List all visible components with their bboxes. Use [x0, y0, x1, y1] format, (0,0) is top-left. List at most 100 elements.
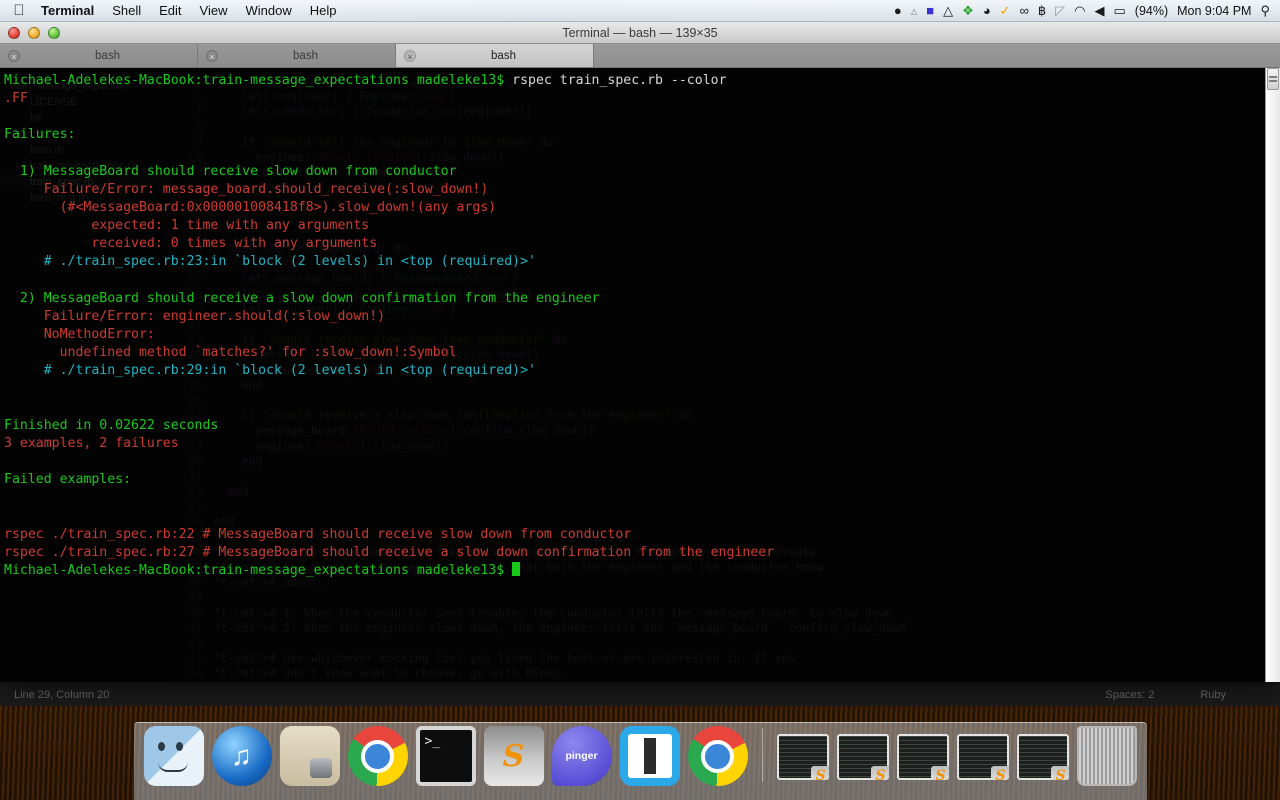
battery-icon[interactable]: ▭ — [1113, 4, 1125, 17]
dock-icon-minimized-sublime-window-3[interactable] — [896, 734, 949, 780]
chain-link-icon[interactable]: ∞ — [1020, 4, 1029, 17]
spotlight-search-icon[interactable]: ⚲ — [1260, 4, 1270, 17]
terminal-text: rspec ./train_spec.rb:27 # MessageBoard … — [4, 544, 775, 560]
terminal-line: expected: 1 time with any arguments — [4, 217, 1265, 235]
terminal-line: .FF — [4, 90, 1265, 108]
volume-icon[interactable]: ◀ — [1094, 4, 1104, 17]
menu-item-edit[interactable]: Edit — [150, 2, 190, 20]
macos-menu-bar:  Terminal Shell Edit View Window Help ●… — [0, 0, 1280, 22]
dock-icon-minimized-sublime-window-1[interactable] — [776, 734, 829, 780]
terminal-line: 3 examples, 2 failures — [4, 435, 1265, 453]
terminal-scrollbar[interactable] — [1265, 68, 1280, 682]
terminal-text: Failures: — [4, 127, 76, 143]
terminal-title-bar[interactable]: Terminal — bash — 139×35 — [0, 22, 1280, 44]
menu-item-window[interactable]: Window — [237, 2, 301, 20]
zoom-button[interactable] — [48, 26, 60, 39]
status-right-group: Spaces: 2 Ruby — [1105, 689, 1266, 701]
dock-icon-itunes[interactable] — [211, 726, 272, 786]
menu-item-terminal[interactable]: Terminal — [32, 2, 103, 20]
dock-icon-minimized-sublime-window-5[interactable] — [1016, 734, 1069, 780]
terminal-line: Failure/Error: engineer.should(:slow_dow… — [4, 308, 1265, 326]
menu-item-shell[interactable]: Shell — [103, 2, 150, 20]
menu-item-help[interactable]: Help — [301, 2, 346, 20]
dock-icon-google-chrome-canary[interactable] — [687, 726, 748, 786]
terminal-text: .FF — [4, 91, 28, 107]
dock-icon-terminal[interactable] — [415, 726, 476, 786]
terminal-tab-1[interactable]: × bash — [0, 44, 198, 67]
dock-icon-google-chrome[interactable] — [347, 726, 408, 786]
bluetooth-icon[interactable]: ฿ — [1038, 4, 1046, 17]
terminal-prompt-line[interactable]: Michael-Adelekes-MacBook:train-message_e… — [4, 561, 1265, 580]
terminal-text: rspec train_spec.rb --color — [512, 73, 727, 88]
syntax-label[interactable]: Ruby — [1200, 689, 1226, 701]
terminal-tab-2[interactable]: × bash — [198, 44, 396, 67]
dock-icon-minimized-sublime-window-2[interactable] — [836, 734, 889, 780]
dock-icon-trash-can[interactable] — [1076, 726, 1137, 786]
terminal-text: (#<MessageBoard:0x000001008418f8>).slow_… — [4, 199, 497, 215]
terminal-line: Finished in 0.02622 seconds — [4, 417, 1265, 435]
terminal-line: rspec ./train_spec.rb:22 # MessageBoard … — [4, 526, 1265, 544]
checkmark-circle-icon[interactable]: ✓ — [1000, 4, 1011, 17]
tab-close-icon[interactable]: × — [8, 49, 20, 62]
dock-plate — [133, 722, 1147, 800]
terminal-text: # ./train_spec.rb:23:in `block (2 levels… — [4, 254, 536, 270]
terminal-text: 3 examples, 2 failures — [4, 435, 179, 451]
terminal-line: Michael-Adelekes-MacBook:train-message_e… — [4, 72, 1265, 90]
terminal-text: Failed examples: — [4, 472, 132, 488]
terminal-text: rspec ./train_spec.rb:22 # MessageBoard … — [4, 526, 632, 542]
sublime-status-bar: Line 29, Column 20 Spaces: 2 Ruby — [0, 684, 1280, 706]
terminal-tab-bar[interactable]: × bash × bash × bash — [0, 44, 1280, 68]
tab-label: bash — [491, 49, 516, 62]
indentation-label[interactable]: Spaces: 2 — [1105, 689, 1154, 701]
terminal-line: (#<MessageBoard:0x000001008418f8>).slow_… — [4, 199, 1265, 217]
dock-icon-sublime-text[interactable] — [483, 726, 544, 786]
window-controls — [8, 26, 60, 39]
terminal-line: 2) MessageBoard should receive a slow do… — [4, 290, 1265, 308]
apple-menu-icon[interactable]:  — [6, 3, 32, 18]
tab-close-icon[interactable]: × — [404, 49, 416, 62]
shell-prompt: Michael-Adelekes-MacBook:train-message_e… — [4, 562, 513, 578]
minimize-button[interactable] — [28, 26, 40, 39]
dropbox-icon[interactable]: ❖ — [962, 4, 974, 17]
terminal-text: Failure/Error: engineer.should(:slow_dow… — [4, 308, 386, 324]
tab-label: bash — [293, 49, 318, 62]
scrollbar-thumb[interactable] — [1267, 68, 1279, 90]
terminal-text: # ./train_spec.rb:29:in `block (2 levels… — [4, 363, 536, 379]
terminal-line: Failures: — [4, 126, 1265, 144]
tab-bar-filler — [594, 44, 1280, 67]
menu-item-view[interactable]: View — [191, 2, 237, 20]
terminal-line: received: 0 times with any arguments — [4, 235, 1265, 253]
menu-bar-clock[interactable]: Mon 9:04 PM — [1177, 4, 1251, 18]
time-machine-icon[interactable]: ◸ — [1055, 4, 1065, 17]
terminal-screen[interactable]: Michael-Adelekes-MacBook:train-message_e… — [0, 68, 1265, 682]
close-button[interactable] — [8, 26, 20, 39]
dock-icon-brackets[interactable] — [619, 726, 680, 786]
terminal-line: # ./train_spec.rb:23:in `block (2 levels… — [4, 253, 1265, 271]
terminal-text: undefined method `matches?' for :slow_do… — [4, 345, 457, 361]
wifi-icon[interactable]: ◠ — [1074, 4, 1085, 17]
window-title: Terminal — bash — 139×35 — [562, 25, 718, 40]
terminal-line: Failure/Error: message_board.should_rece… — [4, 181, 1265, 199]
dock-icon-iphoto[interactable] — [279, 726, 340, 786]
terminal-text: Failure/Error: message_board.should_rece… — [4, 181, 489, 197]
terminal-text: received: 0 times with any arguments — [4, 236, 378, 252]
chat-bubble-icon[interactable]: ● — [894, 4, 902, 17]
terminal-body[interactable]: Michael-Adelekes-MacBook:train-message_e… — [0, 68, 1280, 682]
terminal-tab-3[interactable]: × bash — [396, 44, 594, 67]
macos-dock[interactable] — [0, 708, 1280, 800]
dock-icon-finder[interactable] — [143, 726, 204, 786]
dock-icon-minimized-sublime-window-4[interactable] — [956, 734, 1009, 780]
bell-icon[interactable]: ▵ — [911, 4, 918, 17]
terminal-window[interactable]: Terminal — bash — 139×35 × bash × bash × bash… — [0, 22, 1280, 682]
bowler-hat-icon[interactable]: ◕ — [983, 4, 991, 17]
terminal-text: NoMethodError: — [4, 326, 155, 342]
dock-icon-pinger[interactable] — [551, 726, 612, 786]
google-drive-icon[interactable]: △ — [943, 4, 953, 17]
square-app-icon[interactable]: ■ — [926, 4, 934, 17]
tab-close-icon[interactable]: × — [206, 49, 218, 62]
